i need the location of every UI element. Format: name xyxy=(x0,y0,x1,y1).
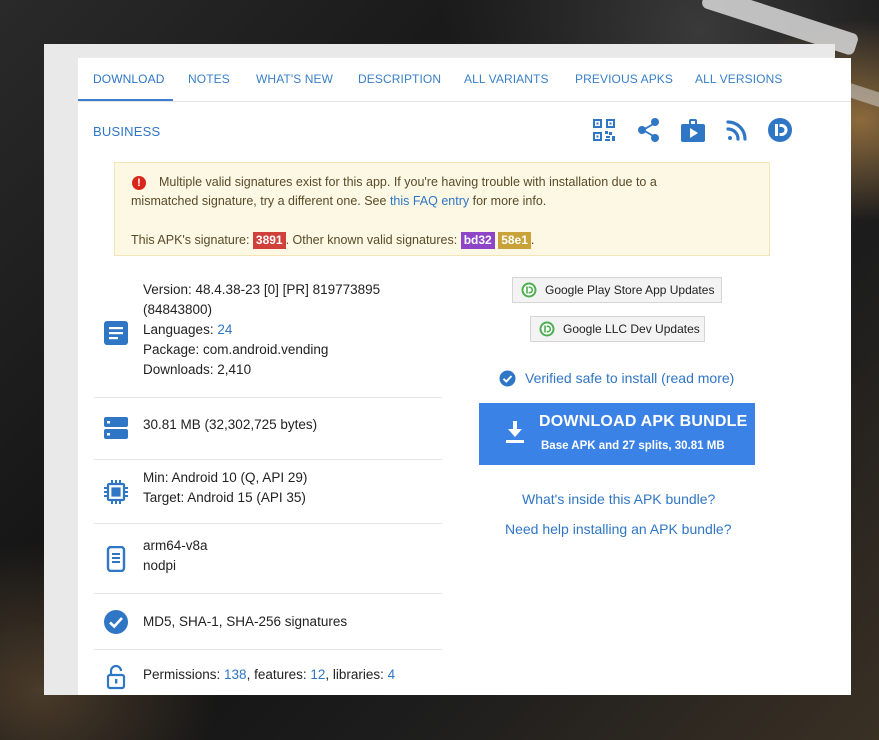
document-icon xyxy=(103,320,129,346)
qr-code-icon[interactable] xyxy=(590,116,618,144)
libraries-label: , libraries: xyxy=(325,667,388,682)
other-signatures-label: . Other known valid signatures: xyxy=(285,233,461,247)
download-button-subtitle: Base APK and 27 splits, 30.81 MB xyxy=(541,440,725,452)
tab-all-versions[interactable]: ALL VERSIONS xyxy=(695,58,782,100)
phone-icon xyxy=(103,545,129,573)
tab-all-variants[interactable]: ALL VARIANTS xyxy=(464,58,549,100)
sdk-details: Min: Android 10 (Q, API 29) Target: Andr… xyxy=(143,468,307,508)
warning-text-part: mismatched signature, try a different on… xyxy=(131,194,390,208)
arch-info-row: arm64-v8a nodpi xyxy=(94,524,442,594)
dpi: nodpi xyxy=(143,558,177,573)
signature-line-end: . xyxy=(530,233,535,247)
play-store-updates-label: Google Play Store App Updates xyxy=(545,283,715,297)
downloads-text: Downloads: 2,410 xyxy=(143,362,252,377)
signature-warning: ! Multiple valid signatures exist for th… xyxy=(114,162,770,256)
error-icon: ! xyxy=(132,176,146,190)
permissions-link[interactable]: 138 xyxy=(224,667,247,682)
faq-link[interactable]: this FAQ entry xyxy=(390,194,469,208)
target-sdk: Target: Android 15 (API 35) xyxy=(143,490,306,505)
warning-text-part: for more info. xyxy=(469,194,547,208)
libraries-link[interactable]: 4 xyxy=(388,667,396,682)
languages-link[interactable]: 24 xyxy=(217,322,232,337)
dev-updates-button[interactable]: Google LLC Dev Updates xyxy=(530,316,705,342)
download-apk-bundle-button[interactable]: DOWNLOAD APK BUNDLE Base APK and 27 spli… xyxy=(479,403,755,465)
tab-notes[interactable]: NOTES xyxy=(188,58,230,100)
tab-bar: DOWNLOAD NOTES WHAT'S NEW DESCRIPTION AL… xyxy=(78,58,851,102)
warning-text-continued: mismatched signature, try a different on… xyxy=(131,194,546,208)
check-circle-icon xyxy=(103,609,129,635)
package-text: Package: com.android.vending xyxy=(143,342,329,357)
version-info-row: Version: 48.4.38-23 [0] [PR] 819773895 (… xyxy=(94,274,442,398)
subscribe-icon xyxy=(539,321,555,337)
signature-badge-alt[interactable]: 58e1 xyxy=(498,232,531,249)
signatures-link[interactable]: MD5, SHA-1, SHA-256 signatures xyxy=(143,612,347,632)
dev-updates-label: Google LLC Dev Updates xyxy=(563,322,700,336)
version-text: Version: 48.4.38-23 [0] [PR] 819773895 xyxy=(143,282,381,297)
subscribe-icon xyxy=(521,282,537,298)
lock-icon xyxy=(103,664,129,690)
languages-label: Languages: xyxy=(143,322,218,337)
features-label: , features: xyxy=(246,667,311,682)
permissions-info-row: Permissions: 138, features: 12, librarie… xyxy=(94,650,442,695)
play-store-updates-button[interactable]: Google Play Store App Updates xyxy=(512,277,722,303)
min-sdk: Min: Android 10 (Q, API 29) xyxy=(143,470,308,485)
warning-text: Multiple valid signatures exist for this… xyxy=(159,175,657,189)
download-icon xyxy=(506,421,524,443)
play-store-icon[interactable] xyxy=(679,116,707,144)
signature-badge-alt[interactable]: bd32 xyxy=(460,232,495,249)
sdk-info-row: Min: Android 10 (Q, API 29) Target: Andr… xyxy=(94,460,442,524)
signature-line: This APK's signature: 3891. Other known … xyxy=(131,232,534,249)
languages-text: Languages: 24 xyxy=(143,320,380,340)
permissions-text: Permissions: 138, features: 12, librarie… xyxy=(143,665,395,685)
architecture: arm64-v8a xyxy=(143,538,208,553)
download-button-title: DOWNLOAD APK BUNDLE xyxy=(539,413,748,430)
apk-download-card: DOWNLOAD NOTES WHAT'S NEW DESCRIPTION AL… xyxy=(78,58,851,695)
version-code: (84843800) xyxy=(143,302,213,317)
chip-icon xyxy=(103,479,129,505)
permissions-label: Permissions: xyxy=(143,667,225,682)
tab-whats-new[interactable]: WHAT'S NEW xyxy=(256,58,333,100)
signatures-info-row: MD5, SHA-1, SHA-256 signatures xyxy=(94,594,442,650)
features-link[interactable]: 12 xyxy=(310,667,325,682)
apkmirror-icon[interactable] xyxy=(766,116,794,144)
install-help-link[interactable]: Need help installing an APK bundle? xyxy=(505,521,732,537)
signature-label: This APK's signature: xyxy=(131,233,253,247)
whats-inside-link[interactable]: What's inside this APK bundle? xyxy=(522,491,715,507)
file-size: 30.81 MB (32,302,725 bytes) xyxy=(143,417,318,432)
tab-description[interactable]: DESCRIPTION xyxy=(358,58,441,100)
arch-details: arm64-v8a nodpi xyxy=(143,536,208,576)
signature-badge-current[interactable]: 3891 xyxy=(252,232,286,249)
verified-safe-link[interactable]: Verified safe to install (read more) xyxy=(499,370,735,387)
verified-safe-text: Verified safe to install (read more) xyxy=(525,370,735,386)
tab-download[interactable]: DOWNLOAD xyxy=(93,58,164,100)
category-label[interactable]: BUSINESS xyxy=(93,124,160,139)
page-frame: DOWNLOAD NOTES WHAT'S NEW DESCRIPTION AL… xyxy=(44,44,851,695)
version-details: Version: 48.4.38-23 [0] [PR] 819773895 (… xyxy=(143,280,380,380)
active-tab-indicator xyxy=(78,99,173,101)
size-info-row: 30.81 MB (32,302,725 bytes) xyxy=(94,398,442,460)
share-icon[interactable] xyxy=(635,116,663,144)
storage-icon xyxy=(103,415,129,441)
tab-previous-apks[interactable]: PREVIOUS APKS xyxy=(575,58,673,100)
verified-check-icon xyxy=(499,370,516,387)
rss-icon[interactable] xyxy=(723,116,751,144)
